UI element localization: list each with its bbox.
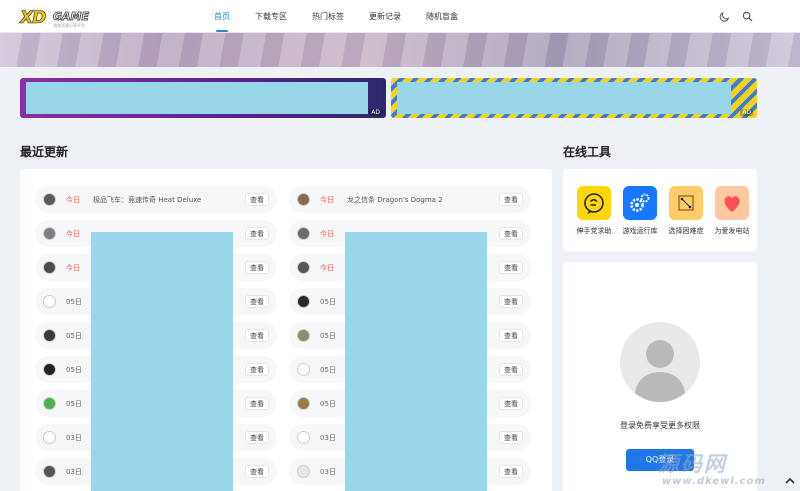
view-button[interactable]: 查看 <box>499 261 523 274</box>
game-icon <box>297 397 310 410</box>
view-button[interactable]: 查看 <box>499 227 523 240</box>
view-button[interactable]: 查看 <box>499 465 523 478</box>
game-icon <box>43 295 56 308</box>
game-icon <box>43 329 56 342</box>
dice-icon <box>669 186 703 220</box>
view-button[interactable]: 查看 <box>245 465 269 478</box>
game-title[interactable]: 极品飞车：竞速传奇 Heat Deluxe <box>93 195 243 204</box>
content-redaction <box>345 232 487 491</box>
view-button[interactable]: 查看 <box>499 295 523 308</box>
logo-mark: XD <box>20 8 47 29</box>
view-button[interactable]: 查看 <box>499 431 523 444</box>
game-title[interactable]: 龙之信条 Dragon's Dogma 2 <box>347 195 497 204</box>
nav-item-4[interactable]: 随机盲盒 <box>426 0 458 33</box>
game-icon <box>43 193 56 206</box>
ad-tag: AD <box>369 109 382 116</box>
update-date: 今日 <box>320 230 334 238</box>
tool-label: 为爱发电站 <box>714 227 750 235</box>
watermark: 源码网 www.dkewl.com <box>640 448 800 491</box>
ad-banner-right[interactable]: AD <box>391 78 757 118</box>
update-date: 05日 <box>66 332 82 340</box>
ad-redaction <box>26 82 368 114</box>
view-button[interactable]: 查看 <box>245 227 269 240</box>
game-icon <box>297 465 310 478</box>
login-prompt: 登录免费享受更多权限 <box>620 421 700 430</box>
view-button[interactable]: 查看 <box>499 329 523 342</box>
tool-gears[interactable]: 游戏运行库 <box>617 186 663 246</box>
game-icon <box>43 363 56 376</box>
logo-tagline: 游戏资源分享平台 <box>53 23 85 28</box>
update-date: 今日 <box>66 264 80 272</box>
game-icon <box>43 261 56 274</box>
update-date: 05日 <box>320 400 336 408</box>
site-logo[interactable]: XD GAME 游戏资源分享平台 <box>20 8 90 29</box>
view-button[interactable]: 查看 <box>245 397 269 410</box>
game-icon <box>43 397 56 410</box>
game-icon <box>297 363 310 376</box>
logo-word: GAME <box>53 10 90 24</box>
ad-tag: AD <box>740 109 753 116</box>
game-icon <box>43 227 56 240</box>
update-date: 05日 <box>66 366 82 374</box>
view-button[interactable]: 查看 <box>499 193 523 206</box>
update-date: 今日 <box>66 196 80 204</box>
game-icon <box>297 193 310 206</box>
update-date: 03日 <box>320 434 336 442</box>
view-button[interactable]: 查看 <box>245 329 269 342</box>
top-header: XD GAME 游戏资源分享平台 首页 下载专区 热门标签 更新记录 随机盲盒 <box>0 0 800 33</box>
gears-icon <box>623 186 657 220</box>
game-icon <box>43 431 56 444</box>
game-icon <box>297 261 310 274</box>
nav-item-1[interactable]: 下载专区 <box>255 0 287 33</box>
latest-section-title: 最近更新 <box>20 145 69 159</box>
update-date: 05日 <box>66 298 82 306</box>
tool-heart[interactable]: 为爱发电站 <box>709 186 755 246</box>
update-date: 今日 <box>320 196 334 204</box>
view-button[interactable]: 查看 <box>499 363 523 376</box>
latest-list-panel: 今日 极品飞车：竞速传奇 Heat Deluxe 查看 今日 查看 今日 查看 05日 查看 05… <box>20 169 552 491</box>
update-date: 今日 <box>66 230 80 238</box>
watermark-url: www.dkewl.com <box>662 476 766 487</box>
tools-section-title: 在线工具 <box>563 145 612 159</box>
content-redaction <box>91 232 233 491</box>
chat-bubble-icon <box>577 186 611 220</box>
hero-banner <box>0 33 800 67</box>
dark-mode-icon[interactable] <box>719 11 730 22</box>
view-button[interactable]: 查看 <box>245 363 269 376</box>
view-button[interactable]: 查看 <box>499 397 523 410</box>
game-icon <box>297 431 310 444</box>
ad-banner-left[interactable]: AD <box>20 78 386 118</box>
update-date: 05日 <box>320 298 336 306</box>
view-button[interactable]: 查看 <box>245 261 269 274</box>
view-button[interactable]: 查看 <box>245 295 269 308</box>
view-button[interactable]: 查看 <box>245 193 269 206</box>
nav-item-0[interactable]: 首页 <box>214 0 230 33</box>
list-item[interactable]: 今日 极品飞车：竞速传奇 Heat Deluxe 查看 <box>35 186 277 213</box>
list-item[interactable]: 今日 龙之信条 Dragon's Dogma 2 查看 <box>289 186 531 213</box>
game-icon <box>297 295 310 308</box>
heart-icon <box>715 186 749 220</box>
tools-panel: 伸手党求助 游戏运行库 选择困难症 为爱发电站 <box>563 169 757 251</box>
game-icon <box>297 329 310 342</box>
update-date: 03日 <box>320 468 336 476</box>
update-date: 03日 <box>66 434 82 442</box>
default-avatar-icon <box>620 322 700 402</box>
game-icon <box>297 227 310 240</box>
watermark-text: 源码网 <box>658 452 727 476</box>
tool-chat-bubble[interactable]: 伸手党求助 <box>571 186 617 246</box>
ad-redaction <box>397 82 731 114</box>
update-date: 05日 <box>66 400 82 408</box>
tool-dice[interactable]: 选择困难症 <box>663 186 709 246</box>
view-button[interactable]: 查看 <box>245 431 269 444</box>
update-date: 05日 <box>320 332 336 340</box>
game-icon <box>43 465 56 478</box>
nav-item-2[interactable]: 热门标签 <box>312 0 344 33</box>
update-date: 05日 <box>320 366 336 374</box>
main-nav: 首页 下载专区 热门标签 更新记录 随机盲盒 <box>214 0 483 33</box>
search-icon[interactable] <box>742 11 753 22</box>
nav-item-3[interactable]: 更新记录 <box>369 0 401 33</box>
back-to-top-icon[interactable] <box>784 476 796 486</box>
update-date: 今日 <box>320 264 334 272</box>
update-date: 03日 <box>66 468 82 476</box>
